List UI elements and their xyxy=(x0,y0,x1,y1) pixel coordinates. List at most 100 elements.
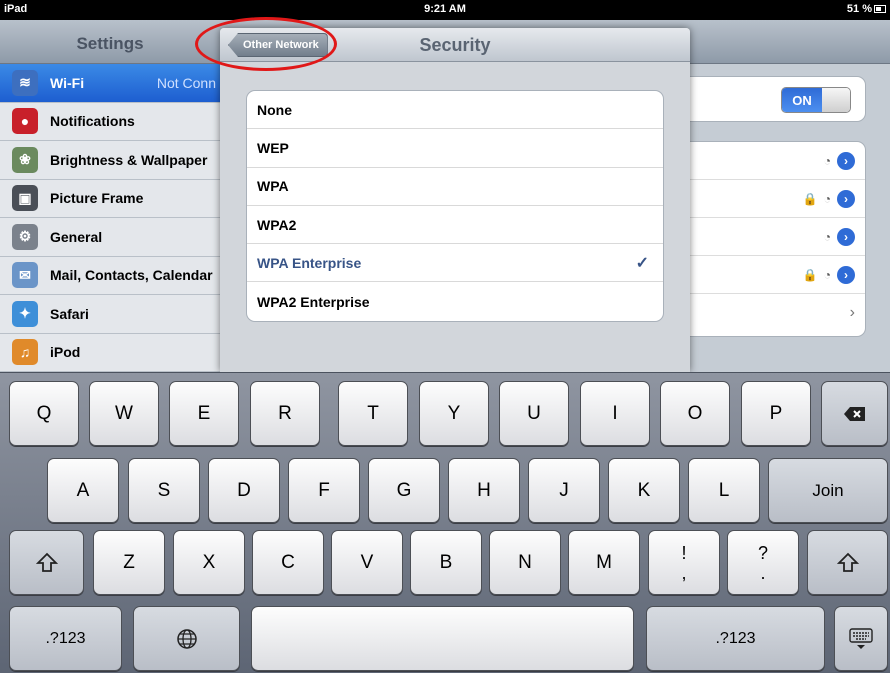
option-label: WPA2 Enterprise xyxy=(257,293,370,310)
key-g[interactable]: G xyxy=(368,458,440,523)
numbers-key-right[interactable]: .?123 xyxy=(646,606,825,671)
settings-title: Settings xyxy=(76,34,144,53)
key-a[interactable]: A xyxy=(47,458,119,523)
gear-icon: ⚙ xyxy=(12,223,38,250)
key-o[interactable]: O xyxy=(660,381,730,446)
key-n[interactable]: N xyxy=(489,530,561,595)
checkmark-icon: ✓ xyxy=(635,255,649,273)
key-top-char: ? xyxy=(757,542,768,563)
key-y[interactable]: Y xyxy=(419,381,489,446)
lock-icon: 🔒 xyxy=(802,192,818,206)
settings-item-label: Mail, Contacts, Calendar xyxy=(50,267,213,284)
security-popover: Security Other Network None WEP WPA WPA2… xyxy=(220,28,690,372)
key-p[interactable]: P xyxy=(741,381,811,446)
signal-icon: ◔ xyxy=(823,268,831,282)
key-w[interactable]: W xyxy=(89,381,159,446)
key-l[interactable]: L xyxy=(688,458,760,523)
globe-icon xyxy=(176,628,197,649)
settings-item-ipod[interactable]: ♫ iPod xyxy=(0,333,220,372)
wifi-icon: ≋ xyxy=(12,69,38,96)
key-i[interactable]: I xyxy=(580,381,650,446)
key-f[interactable]: F xyxy=(288,458,360,523)
shift-icon xyxy=(35,552,58,572)
globe-key[interactable] xyxy=(133,606,240,671)
space-key[interactable] xyxy=(251,606,634,671)
backspace-key[interactable] xyxy=(821,381,888,446)
key-bottom-char: . xyxy=(760,562,766,583)
key-b[interactable]: B xyxy=(410,530,482,595)
key-x[interactable]: X xyxy=(173,530,245,595)
key-r[interactable]: R xyxy=(250,381,320,446)
settings-list: ≋ Wi-Fi Not Conn ● Notifications ❀ Brigh… xyxy=(0,64,220,372)
security-option-wep[interactable]: WEP xyxy=(247,129,663,168)
back-button[interactable]: Other Network xyxy=(228,33,328,57)
security-option-wpa2[interactable]: WPA2 xyxy=(247,206,663,245)
option-label: WEP xyxy=(257,139,289,156)
security-option-wpa-enterprise[interactable]: WPA Enterprise ✓ xyxy=(247,244,663,283)
security-options-list: None WEP WPA WPA2 WPA Enterprise ✓ WPA2 … xyxy=(246,90,664,322)
settings-item-label: Picture Frame xyxy=(50,190,144,207)
wifi-status: Not Conn xyxy=(156,74,216,91)
numbers-key-left[interactable]: .?123 xyxy=(9,606,122,671)
settings-item-mail[interactable]: ✉ Mail, Contacts, Calendar xyxy=(0,256,220,295)
key-h[interactable]: H xyxy=(448,458,520,523)
key-e[interactable]: E xyxy=(169,381,239,446)
toggle-on-label: ON xyxy=(782,88,822,112)
detail-disclosure-icon[interactable]: › xyxy=(837,190,855,208)
detail-disclosure-icon[interactable]: › xyxy=(837,152,855,170)
signal-icon: ◔ xyxy=(823,154,831,168)
settings-item-notifications[interactable]: ● Notifications xyxy=(0,102,220,141)
key-k[interactable]: K xyxy=(608,458,680,523)
key-c[interactable]: C xyxy=(252,530,324,595)
settings-item-label: Wi-Fi xyxy=(50,74,85,91)
detail-disclosure-icon[interactable]: › xyxy=(837,266,855,284)
status-bar: iPad 9:21 AM 51 % xyxy=(0,0,890,20)
settings-item-brightness[interactable]: ❀ Brightness & Wallpaper xyxy=(0,141,220,180)
key-m[interactable]: M xyxy=(568,530,640,595)
popover-navbar: Security Other Network xyxy=(220,28,690,62)
clock: 9:21 AM xyxy=(424,3,466,15)
key-t[interactable]: T xyxy=(338,381,408,446)
chevron-right-icon: › xyxy=(849,304,855,321)
key-j[interactable]: J xyxy=(528,458,600,523)
lock-icon: 🔒 xyxy=(802,268,818,282)
picture-frame-icon: ▣ xyxy=(12,185,38,212)
shift-key-right[interactable] xyxy=(807,530,888,595)
toggle-knob xyxy=(822,88,850,112)
settings-item-label: Notifications xyxy=(50,113,135,130)
shift-key-left[interactable] xyxy=(9,530,84,595)
hide-keyboard-key[interactable] xyxy=(834,606,888,671)
key-z[interactable]: Z xyxy=(93,530,165,595)
key-bottom-char: , xyxy=(681,562,687,583)
join-key[interactable]: Join xyxy=(768,458,888,523)
settings-item-general[interactable]: ⚙ General xyxy=(0,218,220,257)
key-exclaim-comma[interactable]: ! , xyxy=(648,530,720,595)
backspace-icon xyxy=(843,406,865,421)
settings-item-safari[interactable]: ✦ Safari xyxy=(0,295,220,334)
security-option-wpa[interactable]: WPA xyxy=(247,168,663,206)
option-label: None xyxy=(257,101,292,118)
detail-disclosure-icon[interactable]: › xyxy=(837,228,855,246)
key-question-period[interactable]: ? . xyxy=(727,530,799,595)
battery-indicator: 51 % xyxy=(847,3,886,15)
safari-icon: ✦ xyxy=(12,300,38,327)
settings-item-wifi[interactable]: ≋ Wi-Fi Not Conn xyxy=(0,64,220,103)
keyboard-hide-icon xyxy=(849,627,873,649)
wifi-toggle[interactable]: ON xyxy=(781,87,851,113)
option-label: WPA xyxy=(257,178,289,195)
security-option-none[interactable]: None xyxy=(247,91,663,130)
key-top-char: ! xyxy=(681,542,687,563)
settings-item-picture-frame[interactable]: ▣ Picture Frame xyxy=(0,179,220,218)
brightness-icon: ❀ xyxy=(12,146,38,173)
security-option-wpa2-enterprise[interactable]: WPA2 Enterprise xyxy=(247,282,663,320)
key-q[interactable]: Q xyxy=(9,381,79,446)
option-label: WPA2 xyxy=(257,216,297,233)
key-v[interactable]: V xyxy=(331,530,403,595)
settings-item-label: Safari xyxy=(50,305,89,322)
signal-icon: ◔ xyxy=(823,192,831,206)
key-u[interactable]: U xyxy=(499,381,569,446)
key-s[interactable]: S xyxy=(128,458,200,523)
settings-item-label: General xyxy=(50,228,103,245)
popover-body: None WEP WPA WPA2 WPA Enterprise ✓ WPA2 … xyxy=(220,62,690,372)
key-d[interactable]: D xyxy=(208,458,280,523)
